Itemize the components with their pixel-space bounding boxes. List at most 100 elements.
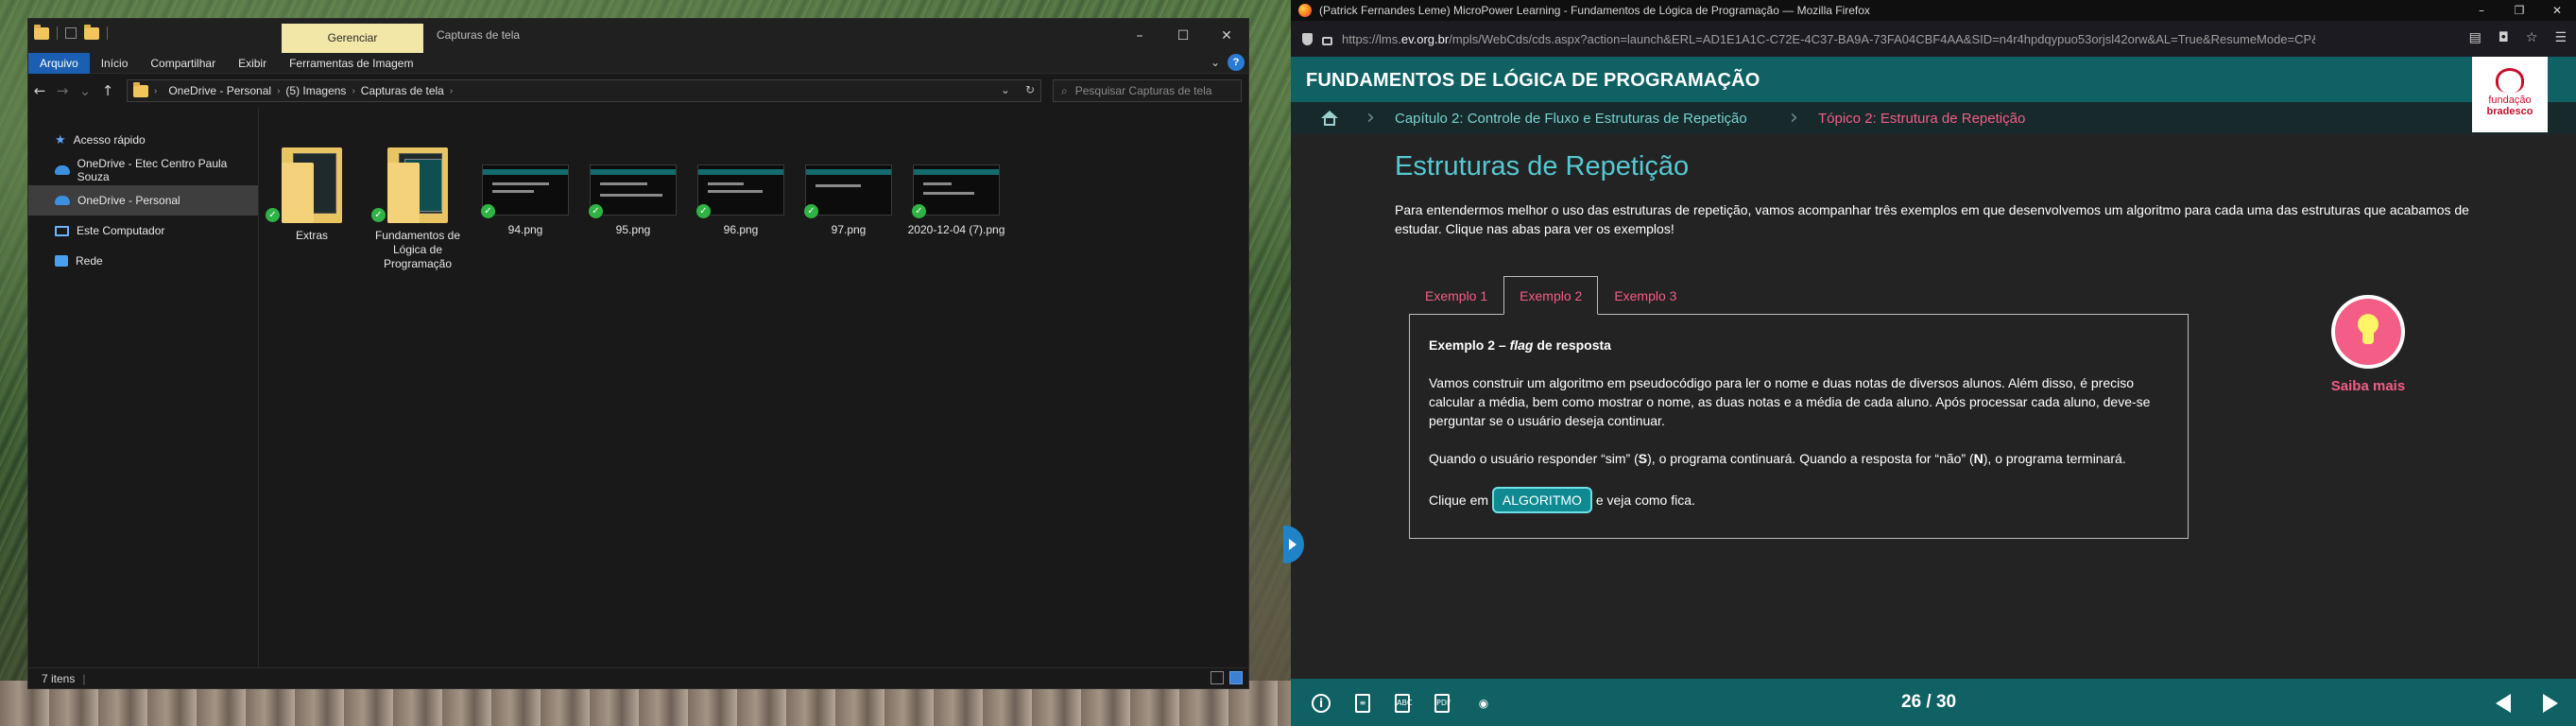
file-item-extras[interactable]: ✓ Extras xyxy=(260,147,364,243)
document-icon[interactable]: ≡ xyxy=(1355,694,1370,713)
lightbulb-badge xyxy=(2331,295,2405,369)
ribbon-right-controls: ⌄ ? xyxy=(1211,54,1245,71)
tab-exibir[interactable]: Exibir xyxy=(227,53,278,74)
course-title: FUNDAMENTOS DE LÓGICA DE PROGRAMAÇÃO xyxy=(1306,70,1760,91)
url-text[interactable]: https://lms.ev.org.br/mpls/WebCds/cds.as… xyxy=(1342,32,2315,46)
new-folder-icon[interactable] xyxy=(84,24,99,40)
menu-icon[interactable]: ☰ xyxy=(2554,30,2567,45)
minimize-icon[interactable]: – xyxy=(2463,0,2500,21)
nav-item-este-computador[interactable]: Este Computador xyxy=(28,216,258,246)
thumbnail-line xyxy=(923,182,952,185)
thumbnail-line xyxy=(923,192,974,195)
chevron-right-icon: › xyxy=(277,85,281,96)
close-icon[interactable]: ✕ xyxy=(1205,19,1248,53)
properties-icon[interactable] xyxy=(65,27,77,39)
lesson-title: Estruturas de Repetição xyxy=(1395,151,1690,182)
text-fragment: e veja como fica. xyxy=(1591,493,1695,508)
algoritmo-button[interactable]: ALGORITMO xyxy=(1491,487,1592,513)
breadcrumb-topic[interactable]: Tópico 2: Estrutura de Repetição xyxy=(1818,111,2025,127)
side-panel-toggle[interactable] xyxy=(1283,526,1304,563)
file-item-97-png[interactable]: ✓ 97.png xyxy=(797,147,901,237)
refresh-icon[interactable]: ↻ xyxy=(1025,83,1035,96)
footer-tools: i ≡ ABC PDF ◉ xyxy=(1312,694,1493,713)
firefox-logo-icon xyxy=(1298,4,1312,17)
address-row: ← → ⌄ ↑ › OneDrive - Personal › (5) Imag… xyxy=(28,74,1248,108)
lock-icon[interactable] xyxy=(1322,36,1332,45)
forward-arrow-icon[interactable]: → xyxy=(51,82,74,99)
file-item-94-png[interactable]: ✓ 94.png xyxy=(473,147,577,237)
address-bar[interactable]: › OneDrive - Personal › (5) Imagens › Ca… xyxy=(127,79,1041,102)
tab-ferramentas-de-imagem[interactable]: Ferramentas de Imagem xyxy=(278,53,424,74)
course-footer: i ≡ ABC PDF ◉ 26 / 30 xyxy=(1291,679,2576,726)
expand-ribbon-icon[interactable]: ⌄ xyxy=(1211,56,1220,69)
example-paragraph: Clique em ALGORITMO e veja como fica. xyxy=(1429,487,2169,513)
nav-item-acesso-rapido[interactable]: ★ Acesso rápido xyxy=(28,125,258,155)
file-name: 2020-12-04 (7).png xyxy=(907,223,1005,236)
thumbnail-line xyxy=(708,190,763,193)
home-icon[interactable] xyxy=(1319,111,1338,126)
maximize-icon[interactable]: ☐ xyxy=(1161,19,1205,53)
text-bold: N xyxy=(1973,451,1984,466)
tab-exemplo-1[interactable]: Exemplo 1 xyxy=(1409,276,1503,315)
tab-exemplo-3[interactable]: Exemplo 3 xyxy=(1598,276,1692,315)
nav-item-onedrive-personal[interactable]: OneDrive - Personal xyxy=(28,185,258,216)
previous-page-icon[interactable] xyxy=(2496,694,2511,713)
chevron-right-icon: › xyxy=(154,85,158,96)
firefox-titlebar[interactable]: (Patrick Fernandes Leme) MicroPower Lear… xyxy=(1291,0,2576,21)
info-icon[interactable]: i xyxy=(1312,694,1331,713)
help-icon[interactable]: ? xyxy=(1228,54,1245,71)
restore-icon[interactable]: ❐ xyxy=(2500,0,2538,21)
details-view-icon[interactable] xyxy=(1211,671,1224,684)
tab-arquivo[interactable]: Arquivo xyxy=(28,52,90,74)
thumbnail-line xyxy=(600,182,647,185)
manage-context-tab[interactable]: Gerenciar xyxy=(282,24,423,53)
file-item-95-png[interactable]: ✓ 95.png xyxy=(581,147,685,237)
pocket-icon[interactable]: ◘ xyxy=(2499,30,2509,45)
status-divider: | xyxy=(82,671,86,685)
recent-locations-icon[interactable]: ⌄ xyxy=(74,82,96,99)
chevron-right-icon: › xyxy=(449,85,454,96)
tab-exemplo-2[interactable]: Exemplo 2 xyxy=(1503,276,1599,315)
chevron-down-icon[interactable]: ⌄ xyxy=(1001,83,1010,96)
back-arrow-icon[interactable]: ← xyxy=(28,82,51,99)
tab-inicio[interactable]: Início xyxy=(90,53,140,74)
search-input[interactable]: ⌕ Pesquisar Capturas de tela xyxy=(1053,79,1242,102)
file-item-96-png[interactable]: ✓ 96.png xyxy=(689,147,793,237)
minimize-icon[interactable]: – xyxy=(1118,19,1161,53)
close-icon[interactable]: ✕ xyxy=(2538,0,2576,21)
breadcrumb-imagens[interactable]: (5) Imagens xyxy=(285,84,346,97)
up-arrow-icon[interactable]: ↑ xyxy=(96,82,119,99)
thumbnail-band xyxy=(806,169,891,175)
thumbnail-line xyxy=(492,182,549,185)
file-name: 96.png xyxy=(723,223,759,236)
heading-prefix: Exemplo 2 – xyxy=(1429,337,1510,353)
breadcrumb-onedrive-personal[interactable]: OneDrive - Personal xyxy=(168,84,271,97)
nav-item-rede[interactable]: Rede xyxy=(28,246,258,276)
glossary-abc-icon[interactable]: ABC xyxy=(1395,694,1412,713)
explorer-titlebar[interactable]: Gerenciar Capturas de tela – ☐ ✕ xyxy=(28,19,1248,53)
reader-view-icon[interactable]: ▤ xyxy=(2469,30,2482,45)
large-icons-view-icon[interactable] xyxy=(1229,671,1243,684)
file-name: Fundamentos de Lógica de Programação xyxy=(374,229,461,270)
network-icon xyxy=(55,255,68,267)
lesson-intro: Para entendermos melhor o uso das estrut… xyxy=(1395,202,2469,236)
file-name: 97.png xyxy=(831,223,867,236)
example-heading: Exemplo 2 – flag de resposta xyxy=(1429,336,2169,354)
file-item-2020-12-04-7-png[interactable]: ✓ 2020-12-04 (7).png xyxy=(904,147,1008,237)
nav-item-onedrive-etec[interactable]: OneDrive - Etec Centro Paula Souza xyxy=(28,155,258,185)
breadcrumb-capturas-de-tela[interactable]: Capturas de tela xyxy=(361,84,444,97)
url-bar[interactable]: https://lms.ev.org.br/mpls/WebCds/cds.as… xyxy=(1291,21,2576,57)
bookmark-star-icon[interactable]: ☆ xyxy=(2526,30,2538,45)
saiba-mais-button[interactable]: Saiba mais xyxy=(2297,295,2439,394)
next-page-icon[interactable] xyxy=(2543,694,2558,713)
window-controls: – ☐ ✕ xyxy=(1118,19,1248,53)
eye-icon[interactable]: ◉ xyxy=(1474,694,1493,713)
file-item-fundamentos[interactable]: ✓ Fundamentos de Lógica de Programação xyxy=(366,147,470,271)
image-thumbnail xyxy=(913,164,1000,216)
home-roof xyxy=(1321,111,1338,118)
pdf-icon[interactable]: PDF xyxy=(1434,694,1451,713)
tab-compartilhar[interactable]: Compartilhar xyxy=(139,53,227,74)
breadcrumb-chapter[interactable]: Capítulo 2: Controle de Fluxo e Estrutur… xyxy=(1395,111,1747,127)
cloud-icon xyxy=(55,165,70,175)
tracking-shield-icon[interactable] xyxy=(1302,32,1313,45)
